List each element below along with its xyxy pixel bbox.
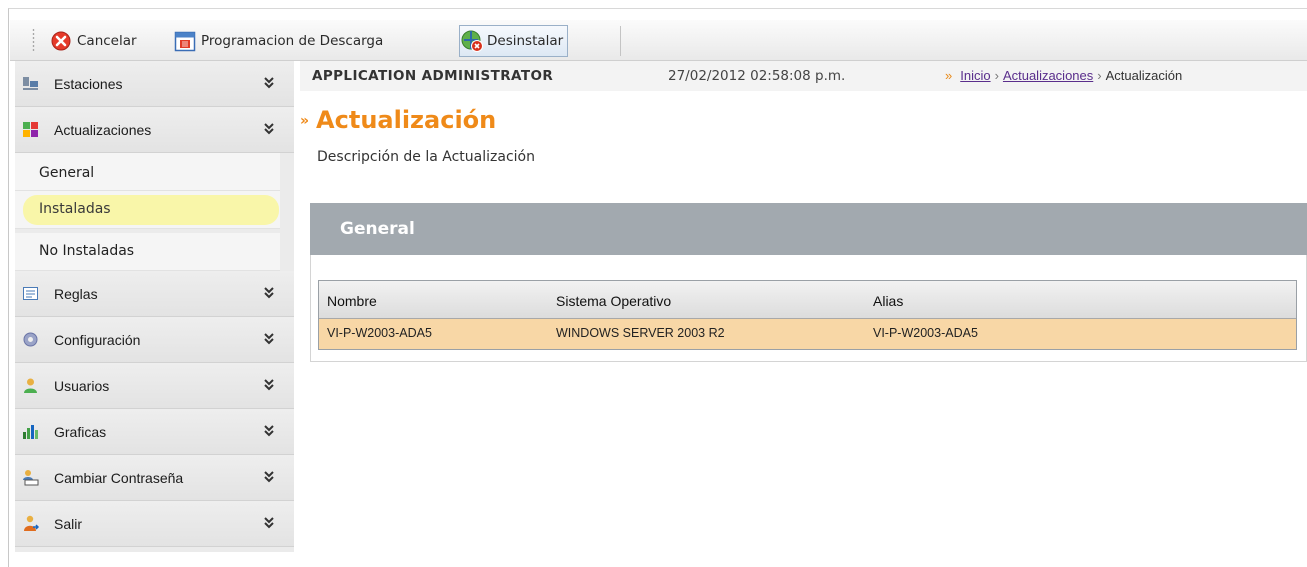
column-header-sistema-operativo[interactable]: Sistema Operativo [556, 293, 671, 309]
toolbar: Cancelar Programacion de Descarga Desins… [10, 20, 1307, 61]
updates-table: Nombre Sistema Operativo Alias VI-P-W200… [318, 280, 1297, 350]
toolbar-separator [620, 26, 621, 56]
general-panel: General Nombre Sistema Operativo Alias V… [310, 203, 1307, 362]
settings-icon [23, 332, 38, 347]
sidebar-item-estaciones[interactable]: Estaciones [15, 61, 294, 107]
calendar-icon [174, 31, 196, 52]
sidebar-item-label: Salir [54, 516, 83, 532]
sidebar-subitem-label: No Instaladas [39, 243, 135, 259]
breadcrumb: » Inicio › Actualizaciones › Actualización [945, 68, 1182, 83]
uninstall-button[interactable]: Desinstalar [459, 25, 569, 57]
sidebar-item-label: Graficas [54, 424, 107, 440]
sidebar-item-label: Actualizaciones [54, 122, 152, 138]
sidebar-item-actualizaciones[interactable]: Actualizaciones [15, 107, 294, 153]
chevron-double-down-icon[interactable] [262, 285, 276, 301]
schedule-download-label: Programacion de Descarga [201, 33, 384, 49]
updates-icon [23, 122, 38, 137]
cancel-button[interactable]: Cancelar [51, 25, 137, 57]
sidebar-item-usuarios[interactable]: Usuarios [15, 363, 294, 409]
column-header-nombre[interactable]: Nombre [327, 293, 377, 309]
table-row[interactable]: VI-P-W2003-ADA5 WINDOWS SERVER 2003 R2 V… [319, 319, 1296, 349]
title-arrow-icon: » [300, 113, 310, 129]
users-icon [24, 378, 37, 393]
uninstall-label: Desinstalar [487, 33, 564, 49]
toolbar-grip[interactable] [32, 28, 35, 52]
current-datetime: 27/02/2012 02:58:08 p.m. [668, 68, 846, 84]
chevron-double-down-icon[interactable] [262, 515, 276, 531]
page-title: Actualización [316, 106, 497, 134]
sidebar-subitem-no-instaladas[interactable]: No Instaladas [15, 233, 280, 271]
panel-body: Nombre Sistema Operativo Alias VI-P-W200… [310, 255, 1307, 362]
sidebar-item-reglas[interactable]: Reglas [15, 271, 294, 317]
panel-title: General [340, 219, 415, 239]
column-header-alias[interactable]: Alias [873, 293, 903, 309]
cancel-label: Cancelar [77, 33, 137, 49]
table-header: Nombre Sistema Operativo Alias [319, 281, 1296, 319]
stations-icon [23, 77, 38, 90]
sidebar-subitem-general[interactable]: General [15, 153, 280, 191]
breadcrumb-separator: › [994, 68, 999, 83]
cancel-icon [51, 31, 71, 51]
user-role: APPLICATION ADMINISTRATOR [312, 68, 554, 84]
sidebar-item-graficas[interactable]: Graficas [15, 409, 294, 455]
sidebar-subitem-label: General [39, 165, 95, 181]
uninstall-icon [461, 30, 483, 52]
chevron-double-down-icon[interactable] [262, 75, 276, 91]
sidebar-subitem-label: Instaladas [39, 201, 111, 217]
chevron-double-down-icon[interactable] [262, 377, 276, 393]
change-password-icon [23, 470, 39, 486]
sidebar-item-label: Configuración [54, 332, 141, 348]
breadcrumb-link-actualizaciones[interactable]: Actualizaciones [1003, 68, 1093, 83]
rules-icon [23, 287, 38, 300]
breadcrumb-link-inicio[interactable]: Inicio [960, 68, 990, 83]
table-cell-alias: VI-P-W2003-ADA5 [873, 326, 978, 340]
breadcrumb-separator: › [1097, 68, 1102, 83]
charts-icon [23, 425, 38, 439]
logout-icon [24, 515, 39, 531]
page-description: Descripción de la Actualización [317, 149, 535, 165]
sidebar-item-configuracion[interactable]: Configuración [15, 317, 294, 363]
chevron-double-down-icon[interactable] [262, 469, 276, 485]
breadcrumb-current: Actualización [1105, 68, 1183, 83]
table-cell-sistema-operativo: WINDOWS SERVER 2003 R2 [556, 326, 725, 340]
page-title-container: » Actualización [300, 106, 496, 134]
chevron-double-down-icon[interactable] [262, 331, 276, 347]
sidebar-item-salir[interactable]: Salir [15, 501, 294, 547]
sidebar-subitem-instaladas[interactable]: Instaladas [15, 191, 280, 229]
schedule-download-button[interactable]: Programacion de Descarga [174, 25, 383, 57]
sidebar-item-label: Usuarios [54, 378, 110, 394]
panel-header: General [310, 203, 1307, 255]
chevron-double-down-icon[interactable] [262, 423, 276, 439]
breadcrumb-arrow-icon: » [945, 68, 953, 83]
chevron-double-down-icon[interactable] [262, 121, 276, 137]
table-cell-nombre: VI-P-W2003-ADA5 [327, 326, 432, 340]
sidebar-item-label: Cambiar Contraseña [54, 470, 184, 486]
sidebar-item-cambiar-contrasena[interactable]: Cambiar Contraseña [15, 455, 294, 501]
sidebar-item-label: Estaciones [54, 76, 123, 92]
sidebar-item-label: Reglas [54, 286, 98, 302]
sidebar: Estaciones Actualizaciones General Insta… [15, 61, 294, 552]
